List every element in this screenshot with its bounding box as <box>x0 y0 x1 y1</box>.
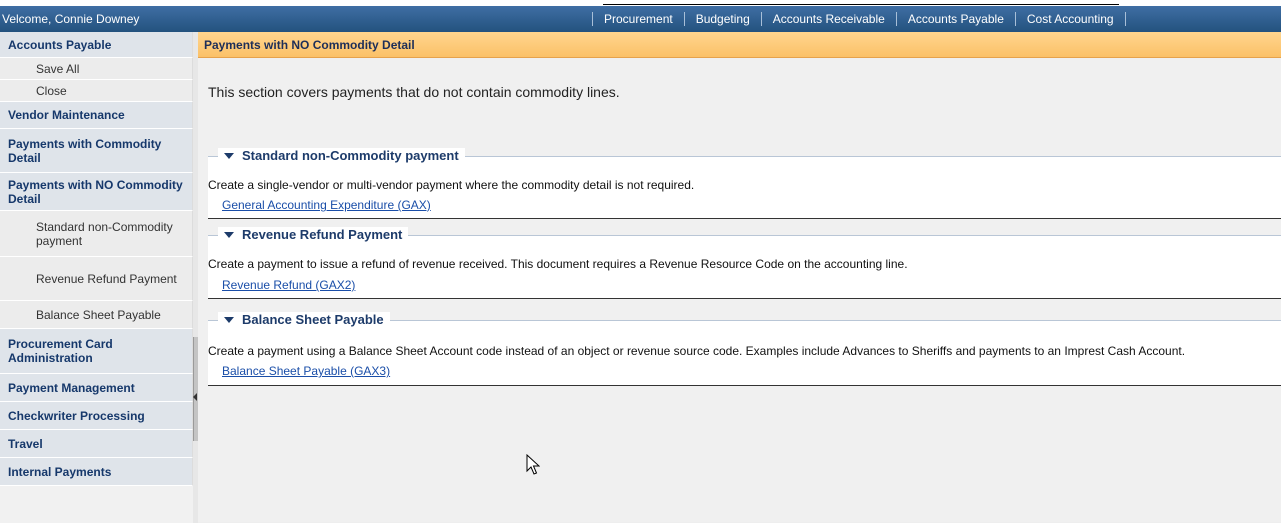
sidebar-item-checkwriter-processing[interactable]: Checkwriter Processing <box>0 402 193 430</box>
top-nav: Procurement Budgeting Accounts Receivabl… <box>592 6 1126 32</box>
welcome-text: Velcome, Connie Downey <box>2 12 140 26</box>
section-title: Standard non-Commodity payment <box>242 148 459 163</box>
section-header[interactable]: Standard non-Commodity payment <box>218 148 465 163</box>
nav-budgeting[interactable]: Budgeting <box>685 12 761 26</box>
sidebar-item-save-all[interactable]: Save All <box>0 58 193 80</box>
sidebar-item-revenue-refund[interactable]: Revenue Refund Payment <box>0 257 193 301</box>
nav-separator <box>1124 12 1126 26</box>
triangle-down-icon[interactable] <box>224 231 234 238</box>
sidebar-item-payments-no-commodity[interactable]: Payments with NO Commodity Detail <box>0 173 193 211</box>
sidebar-item-payments-commodity[interactable]: Payments with Commodity Detail <box>0 129 193 173</box>
sidebar-item-internal-payments[interactable]: Internal Payments <box>0 458 193 486</box>
mouse-pointer-icon <box>526 453 541 479</box>
collapse-left-icon[interactable] <box>193 393 197 401</box>
sidebar: Accounts Payable Save All Close Vendor M… <box>0 32 193 523</box>
sidebar-item-standard-non-commodity[interactable]: Standard non-Commodity payment <box>0 211 193 257</box>
nav-procurement[interactable]: Procurement <box>593 12 684 26</box>
section-title: Revenue Refund Payment <box>242 227 403 242</box>
section-title: Balance Sheet Payable <box>242 312 384 327</box>
section-description: Create a single-vendor or multi-vendor p… <box>208 178 695 192</box>
intro-text: This section covers payments that do not… <box>208 84 620 100</box>
sidebar-item-close[interactable]: Close <box>0 80 193 102</box>
triangle-down-icon[interactable] <box>224 152 234 159</box>
sidebar-item-vendor-maintenance[interactable]: Vendor Maintenance <box>0 102 193 129</box>
link-gax[interactable]: General Accounting Expenditure (GAX) <box>222 198 431 212</box>
triangle-down-icon[interactable] <box>224 316 234 323</box>
section-standard-non-commodity: Standard non-Commodity payment Create a … <box>208 148 1281 219</box>
page-title: Payments with NO Commodity Detail <box>198 32 1281 58</box>
section-description: Create a payment to issue a refund of re… <box>208 257 908 271</box>
sidebar-item-travel[interactable]: Travel <box>0 430 193 458</box>
main-content: Payments with NO Commodity Detail This s… <box>198 32 1281 523</box>
header-bar: Velcome, Connie Downey Procurement Budge… <box>0 6 1281 32</box>
sidebar-item-balance-sheet-payable[interactable]: Balance Sheet Payable <box>0 301 193 329</box>
main-inner: This section covers payments that do not… <box>198 58 1281 522</box>
sidebar-item-procurement-card[interactable]: Procurement Card Administration <box>0 329 193 374</box>
nav-accounts-payable[interactable]: Accounts Payable <box>897 12 1015 26</box>
nav-accounts-receivable[interactable]: Accounts Receivable <box>762 12 896 26</box>
section-balance-sheet: Balance Sheet Payable Create a payment u… <box>208 312 1281 386</box>
sidebar-item-payment-management[interactable]: Payment Management <box>0 374 193 402</box>
section-description: Create a payment using a Balance Sheet A… <box>208 344 1186 358</box>
link-gax2[interactable]: Revenue Refund (GAX2) <box>222 278 355 292</box>
section-header[interactable]: Balance Sheet Payable <box>218 312 390 327</box>
top-underline <box>603 4 1119 5</box>
section-revenue-refund: Revenue Refund Payment Create a payment … <box>208 227 1281 299</box>
section-header[interactable]: Revenue Refund Payment <box>218 227 409 242</box>
sidebar-item-accounts-payable[interactable]: Accounts Payable <box>0 32 193 58</box>
nav-cost-accounting[interactable]: Cost Accounting <box>1016 12 1125 26</box>
link-gax3[interactable]: Balance Sheet Payable (GAX3) <box>222 364 390 378</box>
